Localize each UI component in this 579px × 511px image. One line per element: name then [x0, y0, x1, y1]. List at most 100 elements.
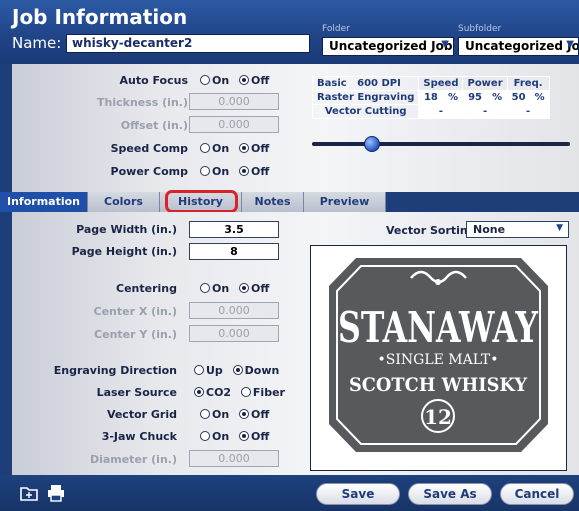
tab-notes[interactable]: Notes — [242, 192, 304, 212]
page-height-label: Page Height (in.) — [71, 245, 177, 258]
vector-sorting-label: Vector Sorting — [386, 224, 476, 237]
save-button[interactable]: Save — [316, 483, 400, 505]
job-name-input[interactable]: whisky-decanter2 — [66, 34, 310, 53]
auto-focus-off-radio[interactable]: Off — [239, 74, 269, 87]
page-height-input[interactable]: 8 — [189, 243, 279, 260]
page-width-input[interactable]: 3.5 — [189, 221, 279, 238]
power-settings-table: Basic 600 DPI Speed Power Freq. Raster E… — [311, 76, 550, 119]
save-as-button[interactable]: Save As — [408, 483, 492, 505]
power-slider-handle[interactable] — [364, 136, 380, 152]
center-x-input[interactable]: 0.000 — [189, 302, 279, 319]
vector-speed-value[interactable]: - — [418, 104, 464, 119]
basic-label: Basic 600 DPI — [311, 76, 420, 91]
radio-selected-icon — [194, 387, 204, 397]
label-line2-text: •SINGLE MALT• — [378, 352, 499, 368]
engraving-direction-radio-group: Up Down — [194, 364, 279, 377]
vector-freq-value[interactable]: - — [506, 104, 550, 119]
radio-icon — [200, 283, 210, 293]
folder-dropdown[interactable]: Uncategorized Jobs ▼ — [322, 37, 454, 56]
diameter-label: Diameter (in.) — [89, 453, 177, 466]
power-header: Power — [462, 76, 508, 91]
label-line3-text: SCOTCH WHISKY — [349, 374, 527, 396]
radio-selected-icon — [232, 365, 243, 375]
folder-value: Uncategorized Jobs — [329, 39, 454, 53]
jaw-chuck-off-radio[interactable]: Off — [239, 430, 269, 443]
raster-speed-value[interactable]: 18 — [418, 90, 444, 105]
center-y-input[interactable]: 0.000 — [189, 325, 279, 342]
laser-source-label: Laser Source — [96, 386, 177, 399]
vector-grid-off-radio[interactable]: Off — [239, 408, 269, 421]
speed-comp-label: Speed Comp — [110, 142, 188, 155]
vector-cutting-label: Vector Cutting — [311, 104, 420, 119]
label-number-text: 12 — [424, 405, 452, 429]
job-preview-canvas[interactable]: STANAWAY •SINGLE MALT• SCOTCH WHISKY 12 — [310, 245, 567, 471]
chevron-down-icon: ▼ — [566, 39, 574, 50]
power-comp-off-radio[interactable]: Off — [239, 165, 269, 178]
centering-radio-group: On Off — [200, 282, 269, 295]
vector-sorting-dropdown[interactable]: None ▼ — [466, 221, 569, 238]
subfolder-dropdown[interactable]: Uncategorized Jobs ▼ — [458, 37, 579, 56]
table-row[interactable]: Raster Engraving 18 % 95 % 50 % — [311, 90, 550, 105]
radio-selected-icon — [239, 283, 250, 293]
table-row[interactable]: Vector Cutting - - - — [311, 104, 550, 119]
folder-icon[interactable] — [20, 484, 38, 502]
chevron-down-icon: ▼ — [556, 223, 563, 233]
tab-bar: Information Colors History Notes Preview — [0, 192, 579, 212]
print-icon[interactable] — [47, 484, 65, 502]
vector-grid-on-radio[interactable]: On — [200, 408, 229, 421]
radio-icon — [200, 166, 210, 176]
offset-label: Offset (in.) — [120, 119, 188, 132]
thickness-label: Thickness (in.) — [97, 96, 188, 109]
information-panel: Page Width (in.) 3.5 Page Height (in.) 8… — [12, 212, 579, 475]
power-comp-label: Power Comp — [110, 165, 188, 178]
laser-co2-radio[interactable]: CO2 — [194, 386, 231, 399]
name-label: Name: — [12, 34, 62, 52]
radio-icon — [194, 365, 204, 375]
diameter-input[interactable]: 0.000 — [189, 450, 279, 467]
history-tab-highlight — [165, 190, 238, 213]
speed-header: Speed — [418, 76, 464, 91]
power-comp-on-radio[interactable]: On — [200, 165, 229, 178]
vector-power-value[interactable]: - — [462, 104, 508, 119]
radio-icon — [200, 431, 210, 441]
speed-comp-on-radio[interactable]: On — [200, 142, 229, 155]
raster-power-value[interactable]: 95 — [462, 90, 488, 105]
freq-header: Freq. — [506, 76, 550, 91]
speed-comp-off-radio[interactable]: Off — [239, 142, 269, 155]
radio-icon — [200, 409, 210, 419]
job-information-window: Job Information Name: whisky-decanter2 F… — [0, 0, 579, 511]
thickness-input[interactable]: 0.000 — [189, 93, 279, 110]
chevron-down-icon: ▼ — [441, 39, 449, 50]
center-x-label: Center X (in.) — [93, 305, 177, 318]
footer: Save Save As Cancel — [0, 475, 579, 511]
radio-selected-icon — [239, 409, 250, 419]
jaw-chuck-on-radio[interactable]: On — [200, 430, 229, 443]
speed-comp-radio-group: On Off — [200, 142, 269, 155]
raster-engraving-label: Raster Engraving — [311, 90, 420, 105]
engraving-up-radio[interactable]: Up — [194, 364, 223, 377]
laser-source-radio-group: CO2 Fiber — [194, 386, 285, 399]
offset-input[interactable]: 0.000 — [189, 116, 279, 133]
centering-off-radio[interactable]: Off — [239, 282, 269, 295]
auto-focus-on-radio[interactable]: On — [200, 74, 229, 87]
jaw-chuck-label: 3-Jaw Chuck — [101, 430, 177, 443]
laser-fiber-radio[interactable]: Fiber — [240, 386, 285, 399]
radio-selected-icon — [239, 75, 250, 85]
centering-on-radio[interactable]: On — [200, 282, 229, 295]
percent-unit: % — [529, 90, 550, 105]
window-title: Job Information — [12, 5, 188, 29]
percent-unit: % — [442, 90, 464, 105]
tab-preview[interactable]: Preview — [304, 192, 386, 212]
engraving-direction-label: Engraving Direction — [53, 364, 177, 377]
radio-icon — [240, 387, 251, 397]
cancel-button[interactable]: Cancel — [500, 483, 574, 505]
tab-information[interactable]: Information — [0, 192, 88, 212]
engraving-down-radio[interactable]: Down — [232, 364, 279, 377]
raster-freq-value[interactable]: 50 — [506, 90, 531, 105]
tab-colors[interactable]: Colors — [88, 192, 160, 212]
vector-grid-label: Vector Grid — [106, 408, 177, 421]
page-width-label: Page Width (in.) — [76, 223, 177, 236]
power-slider-track[interactable] — [312, 142, 570, 146]
whisky-label-artwork: STANAWAY •SINGLE MALT• SCOTCH WHISKY 12 — [329, 258, 548, 452]
header: Job Information Name: whisky-decanter2 F… — [0, 0, 579, 64]
